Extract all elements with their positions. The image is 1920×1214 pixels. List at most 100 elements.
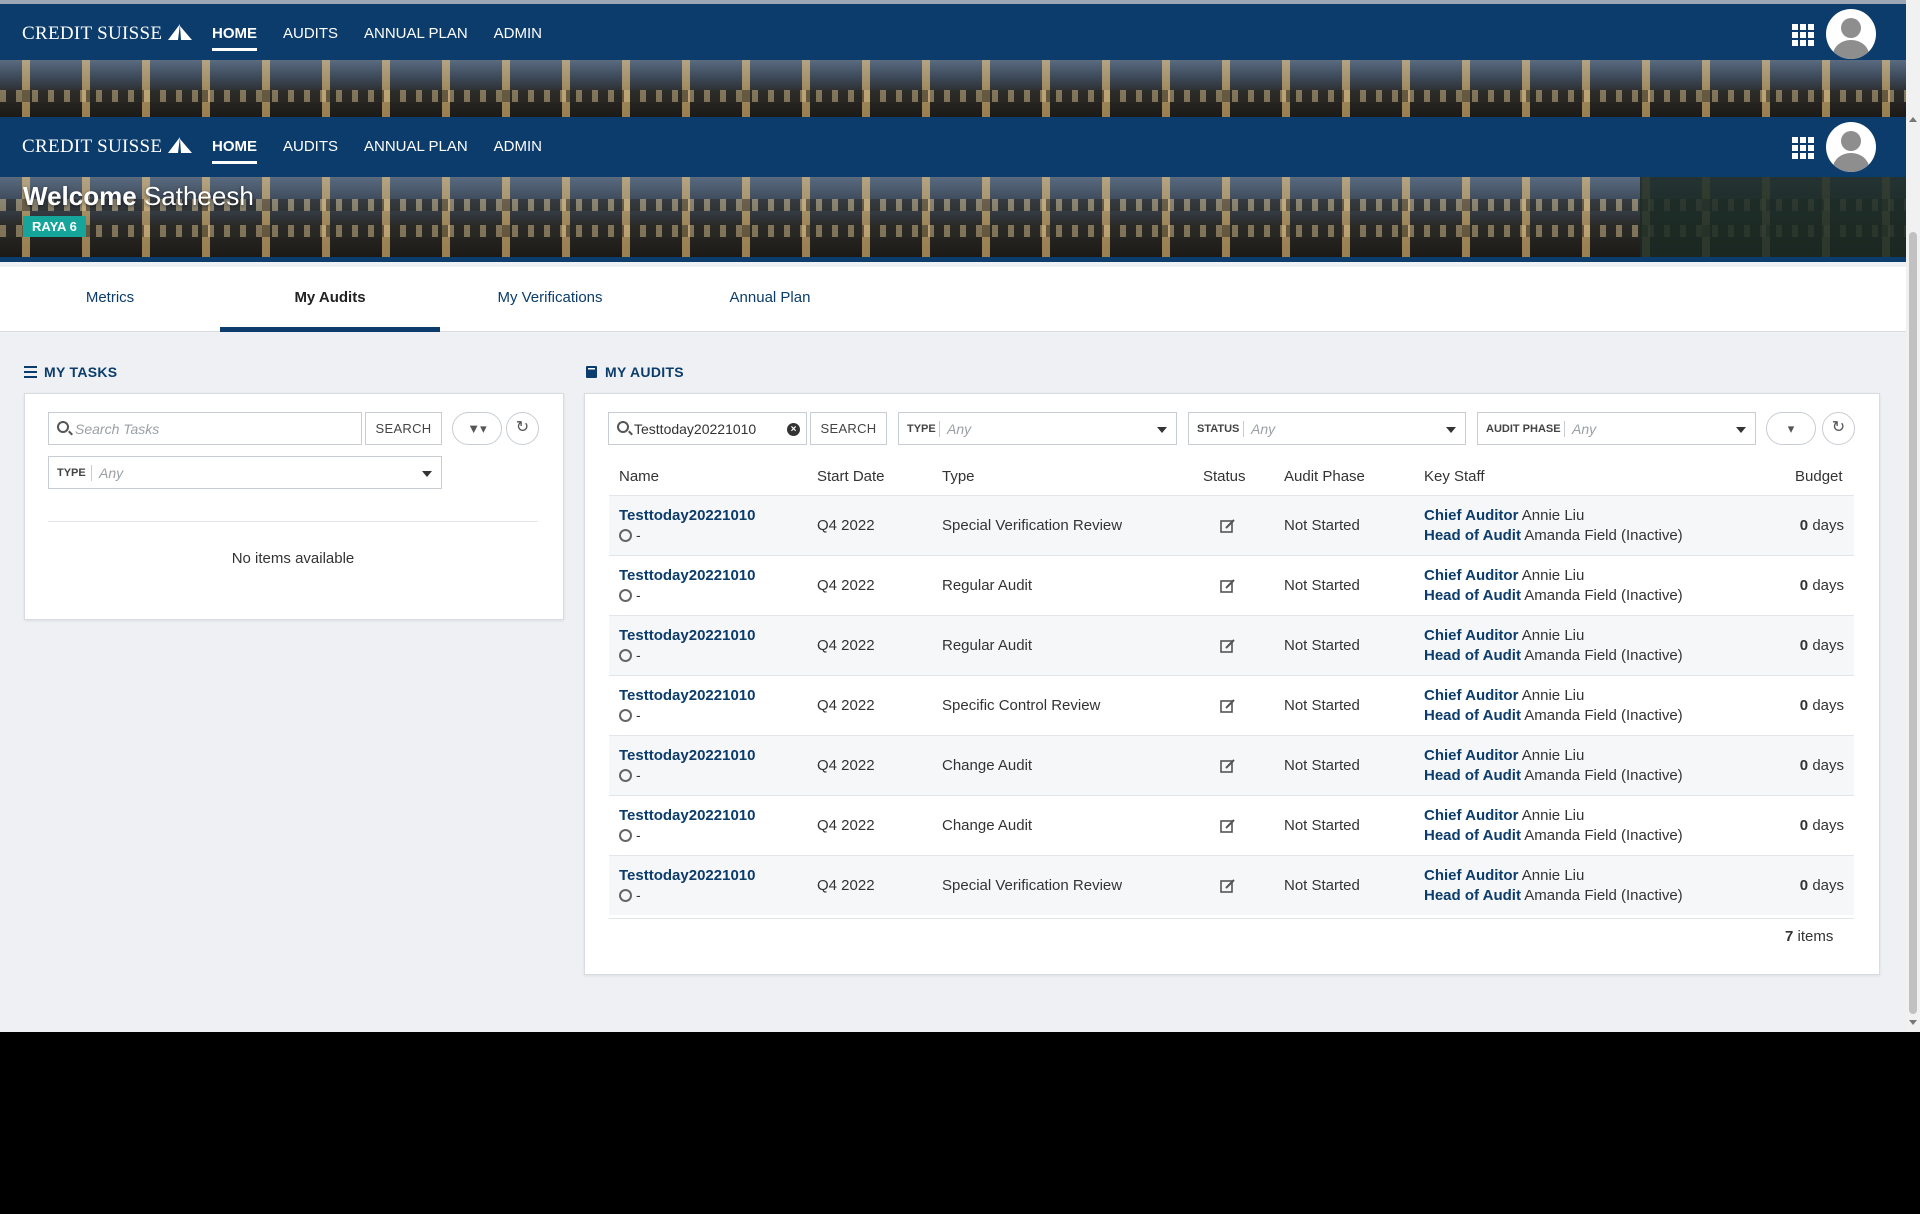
audit-type: Regular Audit xyxy=(942,637,1033,654)
audit-type: Specific Control Review xyxy=(942,697,1101,714)
divider xyxy=(939,421,940,437)
task-search-button[interactable]: SEARCH xyxy=(365,412,442,445)
audit-name-link[interactable]: Testtoday20221010 xyxy=(619,627,755,644)
audit-owner-value: - xyxy=(636,827,641,843)
divider xyxy=(609,918,1854,919)
head-of-audit-name: Amanda Field (Inactive) xyxy=(1524,707,1683,724)
task-filter-button[interactable]: ▼▾ xyxy=(452,412,502,445)
user-icon xyxy=(619,709,632,722)
edit-icon[interactable] xyxy=(1220,878,1236,894)
user-avatar[interactable] xyxy=(1826,122,1876,172)
audit-name-link[interactable]: Testtoday20221010 xyxy=(619,747,755,764)
scrollbar-thumb[interactable] xyxy=(1909,232,1917,1014)
audit-filter-button[interactable]: ▾ xyxy=(1766,412,1816,445)
head-of-audit-name: Amanda Field (Inactive) xyxy=(1524,647,1683,664)
audit-search-input[interactable]: Testtoday20221010 × xyxy=(608,412,807,445)
key-staff-head: Head of Audit Amanda Field (Inactive) xyxy=(1424,827,1683,844)
brand-logo[interactable]: CREDIT SUISSE xyxy=(22,135,194,158)
app-viewport: CREDIT SUISSE HOME AUDITS ANNUAL PLAN AD… xyxy=(0,0,1920,1032)
nav-annual-plan[interactable]: ANNUAL PLAN xyxy=(364,4,468,64)
user-avatar[interactable] xyxy=(1826,9,1876,59)
head-of-audit-name: Amanda Field (Inactive) xyxy=(1524,527,1683,544)
refresh-icon: ↻ xyxy=(515,419,530,436)
page-scrollbar[interactable] xyxy=(1906,0,1920,1032)
audit-start-date: Q4 2022 xyxy=(817,877,875,894)
column-header-audit-phase[interactable]: Audit Phase xyxy=(1284,468,1365,485)
divider xyxy=(48,521,538,522)
nav-audits[interactable]: AUDITS xyxy=(283,117,338,177)
audit-name-link[interactable]: Testtoday20221010 xyxy=(619,507,755,524)
clear-search-icon[interactable]: × xyxy=(787,423,800,436)
audit-start-date: Q4 2022 xyxy=(817,697,875,714)
column-header-budget[interactable]: Budget xyxy=(1795,468,1843,485)
chief-auditor-label: Chief Auditor xyxy=(1424,747,1519,764)
audit-phase-select[interactable]: AUDIT PHASE Any xyxy=(1477,412,1756,445)
nav-home[interactable]: HOME xyxy=(212,117,257,177)
tab-metrics[interactable]: Metrics xyxy=(0,267,220,332)
nav-home[interactable]: HOME xyxy=(212,4,257,64)
edit-icon[interactable] xyxy=(1220,638,1236,654)
column-header-name[interactable]: Name xyxy=(619,468,659,485)
table-row[interactable]: Testtoday20221010 - Q4 2022 Change Audit Not… xyxy=(609,735,1854,795)
audit-phase: Not Started xyxy=(1284,697,1360,714)
audit-budget: 0 days xyxy=(1800,577,1844,594)
column-header-type[interactable]: Type xyxy=(942,468,975,485)
audit-start-date: Q4 2022 xyxy=(817,517,875,534)
sail-logo-icon xyxy=(168,137,193,153)
edit-icon[interactable] xyxy=(1220,698,1236,714)
edit-icon[interactable] xyxy=(1220,818,1236,834)
task-type-select[interactable]: TYPE Any xyxy=(48,456,442,489)
audit-owner: - xyxy=(619,827,641,843)
chief-auditor-name: Annie Liu xyxy=(1521,807,1585,824)
audit-refresh-button[interactable]: ↻ xyxy=(1822,412,1855,445)
table-row[interactable]: Testtoday20221010 - Q4 2022 Specific Contro… xyxy=(609,675,1854,735)
nav-admin[interactable]: ADMIN xyxy=(494,117,542,177)
audit-status-select[interactable]: STATUS Any xyxy=(1188,412,1466,445)
audit-type-select[interactable]: TYPE Any xyxy=(898,412,1177,445)
scroll-up-arrow[interactable] xyxy=(1909,117,1917,122)
list-icon xyxy=(24,366,37,378)
nav-annual-plan[interactable]: ANNUAL PLAN xyxy=(364,117,468,177)
apps-grid-icon[interactable] xyxy=(1792,24,1814,46)
nav-audits[interactable]: AUDITS xyxy=(283,4,338,64)
edit-icon[interactable] xyxy=(1220,758,1236,774)
task-search-input[interactable]: Search Tasks xyxy=(48,412,362,445)
table-row[interactable]: Testtoday20221010 - Q4 2022 Special Verific… xyxy=(609,855,1854,915)
key-staff-chief: Chief Auditor Annie Liu xyxy=(1424,747,1584,764)
key-staff-chief: Chief Auditor Annie Liu xyxy=(1424,567,1584,584)
scroll-down-arrow[interactable] xyxy=(1909,1020,1917,1025)
nav-admin[interactable]: ADMIN xyxy=(494,4,542,64)
column-header-status[interactable]: Status xyxy=(1203,468,1246,485)
audit-name-link[interactable]: Testtoday20221010 xyxy=(619,567,755,584)
key-staff-head: Head of Audit Amanda Field (Inactive) xyxy=(1424,887,1683,904)
user-icon xyxy=(619,769,632,782)
brand-logo[interactable]: CREDIT SUISSE xyxy=(22,22,194,45)
apps-grid-icon[interactable] xyxy=(1792,137,1814,159)
audit-search-button[interactable]: SEARCH xyxy=(810,412,887,445)
head-of-audit-label: Head of Audit xyxy=(1424,887,1521,904)
edit-icon[interactable] xyxy=(1220,578,1236,594)
column-header-start-date[interactable]: Start Date xyxy=(817,468,885,485)
table-row[interactable]: Testtoday20221010 - Q4 2022 Regular Audit No… xyxy=(609,615,1854,675)
tab-my-verifications[interactable]: My Verifications xyxy=(440,267,660,332)
audit-phase: Not Started xyxy=(1284,637,1360,654)
audit-name-link[interactable]: Testtoday20221010 xyxy=(619,867,755,884)
audit-name-link[interactable]: Testtoday20221010 xyxy=(619,807,755,824)
audit-type: Regular Audit xyxy=(942,577,1033,594)
audit-owner: - xyxy=(619,527,641,543)
head-of-audit-name: Amanda Field (Inactive) xyxy=(1524,827,1683,844)
key-staff-chief: Chief Auditor Annie Liu xyxy=(1424,807,1584,824)
audit-start-date: Q4 2022 xyxy=(817,757,875,774)
table-row[interactable]: Testtoday20221010 - Q4 2022 Special Verific… xyxy=(609,495,1854,555)
audit-start-date: Q4 2022 xyxy=(817,817,875,834)
tab-my-audits[interactable]: My Audits xyxy=(220,267,440,332)
audit-search-value: Testtoday20221010 xyxy=(634,421,757,437)
column-header-key-staff[interactable]: Key Staff xyxy=(1424,468,1485,485)
table-row[interactable]: Testtoday20221010 - Q4 2022 Regular Audit No… xyxy=(609,555,1854,615)
table-row[interactable]: Testtoday20221010 - Q4 2022 Change Audit Not… xyxy=(609,795,1854,855)
audit-phase: Not Started xyxy=(1284,877,1360,894)
task-refresh-button[interactable]: ↻ xyxy=(506,412,539,445)
audit-name-link[interactable]: Testtoday20221010 xyxy=(619,687,755,704)
edit-icon[interactable] xyxy=(1220,518,1236,534)
tab-annual-plan[interactable]: Annual Plan xyxy=(660,267,880,332)
